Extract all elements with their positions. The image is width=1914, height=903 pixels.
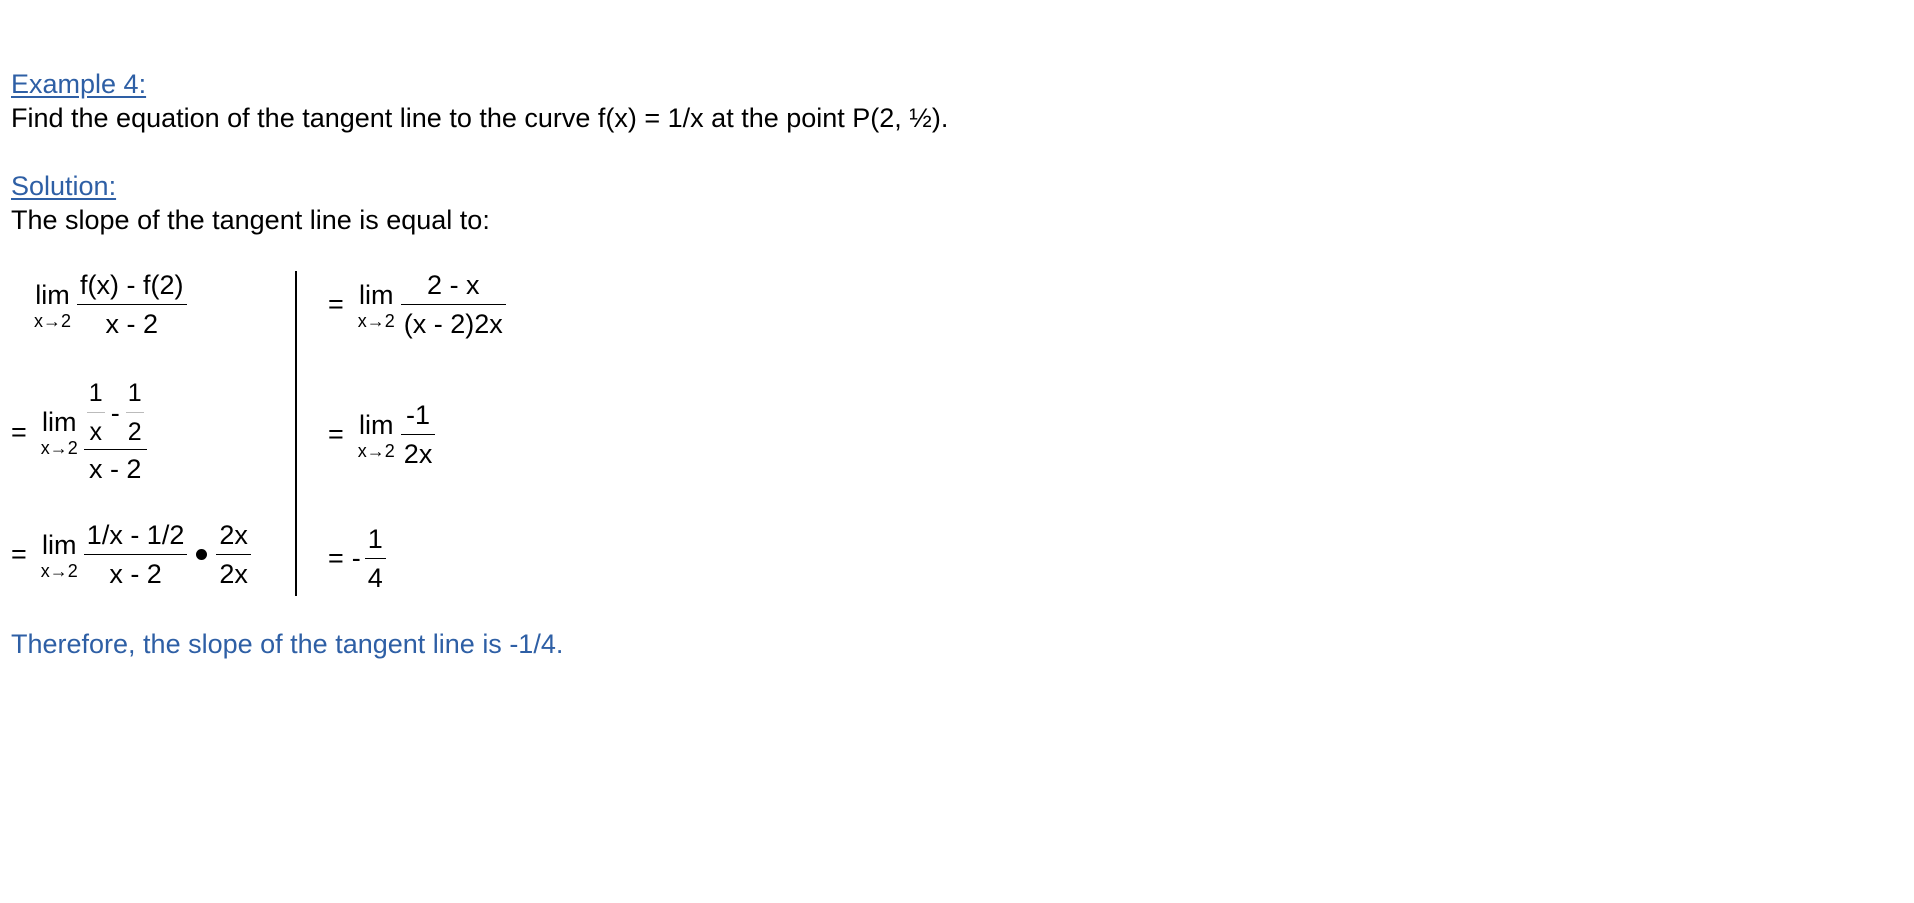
step-5-fraction: -1 2x [400,400,436,469]
limit-operator: lim x→2 [40,529,78,581]
equals-sign: = [328,289,344,319]
step-4-expression: = lim x→2 2 - x (x - 2)2x [328,270,506,339]
fraction-denominator: 2x [216,554,251,589]
equals-sign: = [328,419,344,449]
step-6-fraction: 1 4 [364,524,386,593]
solution-intro: The slope of the tangent line is equal t… [11,205,490,235]
equals-sign: = [11,416,27,447]
step-3-multiplier-fraction: 2x 2x [216,520,251,589]
fraction-numerator: -1 [406,400,431,430]
step-1-expression: lim x→2 f(x) - f(2) x - 2 [34,270,187,339]
fraction-numerator: 1 x - 1 2 [84,380,147,449]
fraction-numerator: 1 [367,524,383,554]
minus-sign: - [351,543,361,573]
step-4-fraction: 2 - x (x - 2)2x [400,270,506,339]
step-3-expression: = lim x→2 1/x - 1/2 x - 2 2x 2x [11,520,251,589]
step-3-fraction: 1/x - 1/2 x - 2 [83,520,188,589]
example-heading: Example 4: [11,69,147,99]
conclusion-text: Therefore, the slope of the tangent line… [11,629,564,659]
fraction-denominator: x - 2 [77,304,187,339]
solution-heading: Solution: [11,171,117,201]
problem-statement: Find the equation of the tangent line to… [11,103,949,133]
limit-operator: lim x→2 [357,409,395,461]
one-over-x: 1 x [86,379,105,446]
minus-sign: - [110,397,120,428]
step-6-expression: = - 1 4 [328,524,386,593]
fraction-numerator: 2x [219,520,248,550]
fraction-denominator: (x - 2)2x [400,304,506,339]
limit-operator: lim x→2 [357,279,395,331]
fraction-denominator: x - 2 [83,554,188,589]
fraction-numerator: 2 - x [427,270,480,300]
limit-operator: lim x→2 [34,279,72,331]
fraction-denominator: x - 2 [83,449,147,484]
step-2-expression: = lim x→2 1 x - 1 2 x - 2 [11,380,147,484]
step-5-expression: = lim x→2 -1 2x [328,400,436,469]
column-divider [295,271,297,596]
limit-operator: lim x→2 [40,407,78,458]
fraction-denominator: 4 [364,558,386,593]
fraction-numerator: 1/x - 1/2 [86,520,185,550]
step-1-fraction: f(x) - f(2) x - 2 [77,270,187,339]
fraction-numerator: f(x) - f(2) [80,270,184,300]
one-over-two: 1 2 [125,379,144,446]
fraction-denominator: 2x [400,434,436,469]
equals-sign: = [328,543,344,573]
equals-sign: = [11,539,27,569]
step-2-fraction: 1 x - 1 2 x - 2 [83,380,147,484]
multiply-dot-icon [196,549,208,560]
